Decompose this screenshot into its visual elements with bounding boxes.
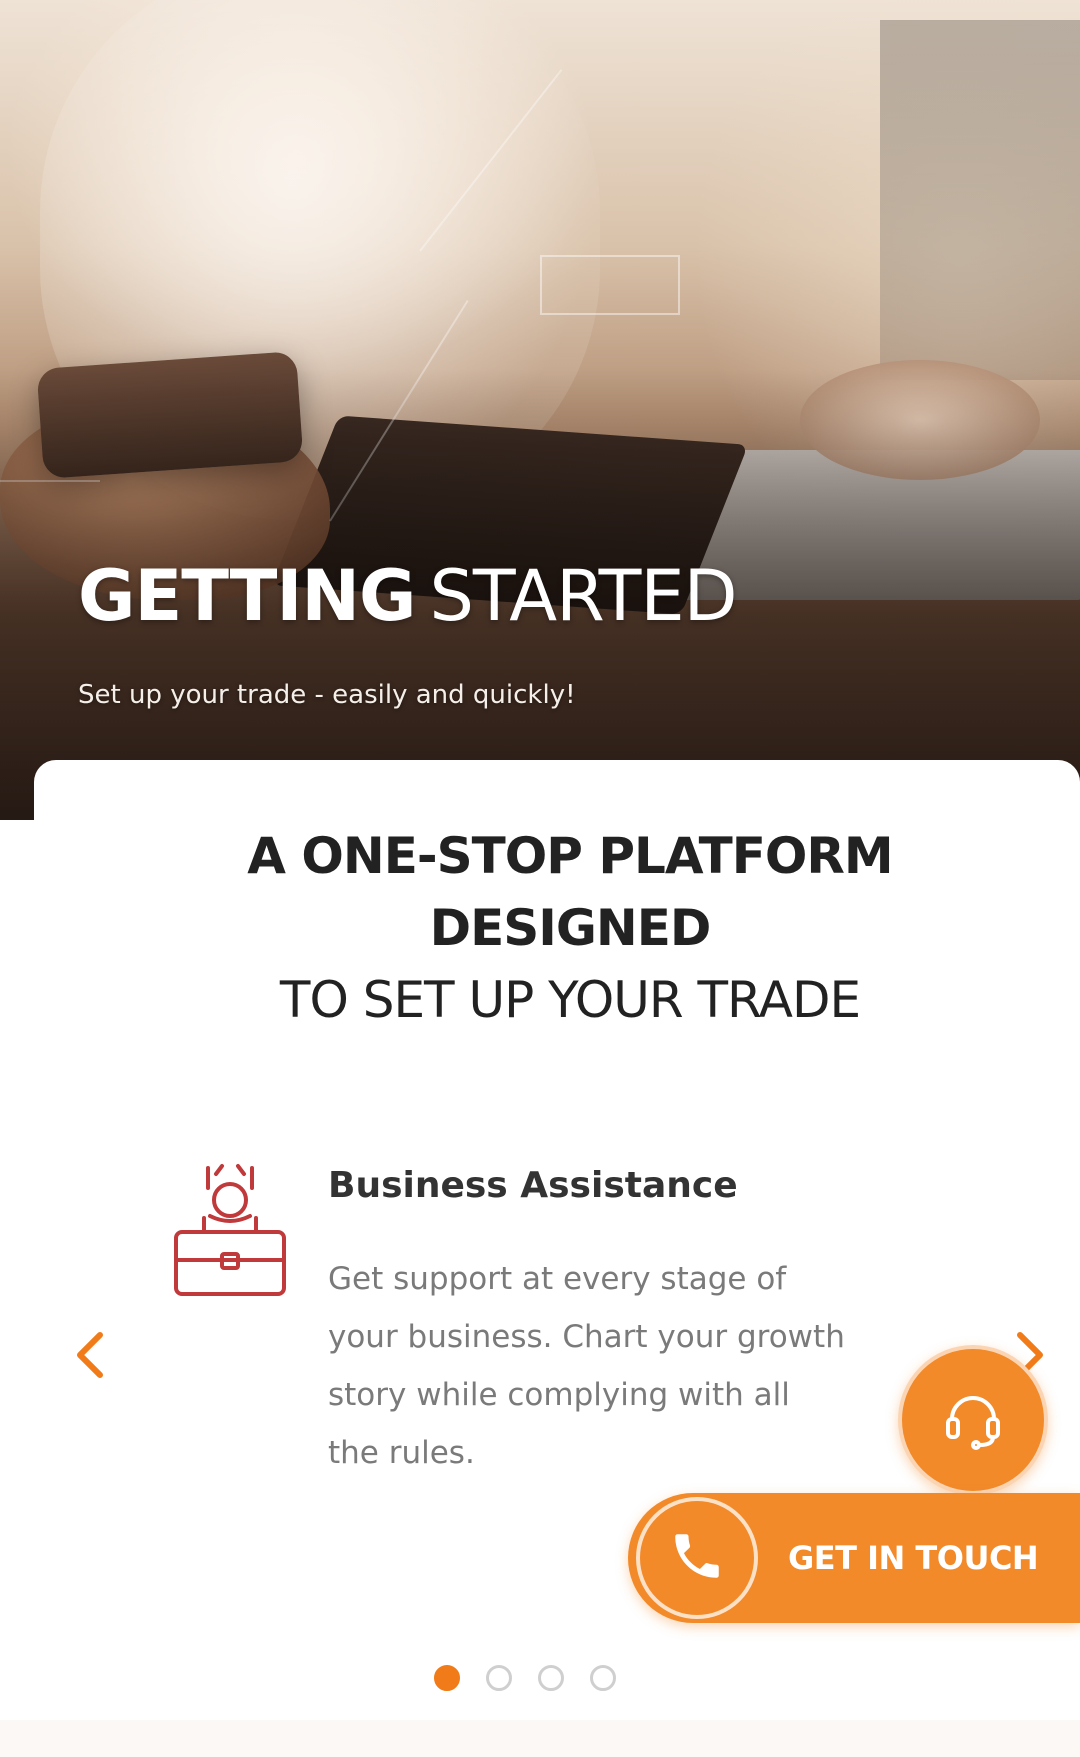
hero-title-light: STARTED <box>429 555 737 637</box>
headset-icon <box>938 1383 1008 1458</box>
phone-icon-circle <box>636 1497 758 1619</box>
hero-title: GETTING STARTED <box>78 555 738 637</box>
support-chat-button[interactable] <box>898 1345 1048 1495</box>
get-in-touch-label: GET IN TOUCH <box>788 1539 1039 1577</box>
headline-line-1: A ONE-STOP PLATFORM <box>247 827 893 885</box>
pagination-dot-1[interactable] <box>434 1665 460 1691</box>
phone-icon <box>668 1527 726 1590</box>
hero-banner: GETTING STARTED Set up your trade - easil… <box>0 0 1080 820</box>
hero-title-bold: GETTING <box>78 555 416 637</box>
feature-title: Business Assistance <box>328 1165 738 1206</box>
pagination-dot-2[interactable] <box>486 1665 512 1691</box>
pagination-dot-4[interactable] <box>590 1665 616 1691</box>
pagination-dot-3[interactable] <box>538 1665 564 1691</box>
hero-subtitle: Set up your trade - easily and quickly! <box>78 680 576 710</box>
headline-line-2: DESIGNED <box>429 899 712 957</box>
page: GETTING STARTED Set up your trade - easil… <box>0 0 1080 1757</box>
get-in-touch-button[interactable]: GET IN TOUCH <box>628 1493 1080 1623</box>
bottom-bar <box>0 1720 1080 1757</box>
headline: A ONE-STOP PLATFORM DESIGNED TO SET UP Y… <box>0 820 1080 1036</box>
headline-line-3: TO SET UP YOUR TRADE <box>279 971 861 1029</box>
feature-description: Get support at every stage of your busin… <box>328 1261 845 1471</box>
chevron-left-icon[interactable] <box>70 1325 110 1385</box>
carousel-pagination <box>0 1665 1080 1691</box>
briefcase-icon <box>170 1160 290 1300</box>
